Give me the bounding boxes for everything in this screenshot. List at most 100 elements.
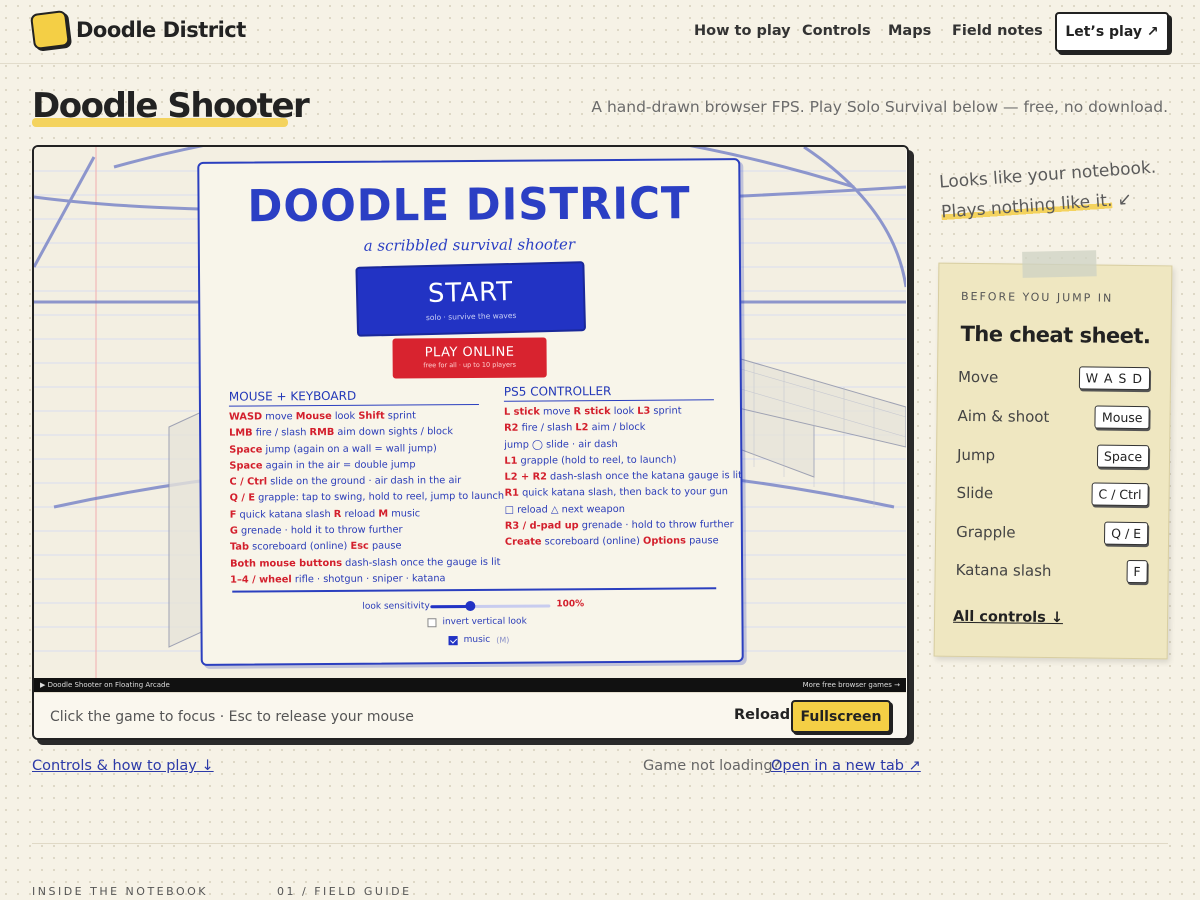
start-label: START	[427, 276, 514, 310]
cheat-row-jump: Jump Space	[956, 443, 1150, 469]
nav-how-to-play[interactable]: How to play	[694, 23, 791, 39]
sensitivity-handle[interactable]	[464, 600, 475, 612]
keyboard-binding: G	[229, 525, 238, 537]
page-subtitle: A hand-drawn browser FPS. Play Solo Surv…	[591, 98, 1168, 116]
keyboard-row: F quick katana slash R reload M music	[230, 506, 505, 524]
controller-binding: R2	[504, 422, 519, 435]
keyboard-action: jump (again on a wall = wall jump)	[262, 442, 437, 456]
controller-binding: L3	[637, 405, 651, 417]
controller-binding: R stick	[573, 406, 611, 418]
cheat-sheet-title: The cheat sheet.	[960, 321, 1151, 349]
sensitivity-label: look sensitivity	[362, 601, 430, 612]
controller-row: L stick move R stick look L3 sprint	[504, 403, 742, 421]
keyboard-binding: Space	[229, 444, 263, 456]
keyboard-binding: M	[378, 508, 389, 520]
controller-binding: L2	[575, 422, 589, 434]
controller-action: fire / slash	[518, 422, 576, 434]
keyboard-action: dash-slash once the gauge is lit	[341, 556, 501, 569]
section-divider	[32, 843, 1168, 844]
page-title: Doodle Shooter	[32, 86, 310, 126]
music-shortcut-hint: (M)	[496, 635, 510, 645]
keyboard-row: G grenade · hold it to throw further	[230, 522, 505, 540]
keyboard-action: pause	[368, 540, 402, 553]
keyboard-row: WASD move Mouse look Shift sprint	[229, 408, 504, 426]
key-cap: C / Ctrl	[1091, 482, 1149, 507]
keyboard-binding: Tab	[229, 541, 250, 554]
music-label: music	[463, 634, 491, 646]
game-not-loading-text: Game not loading?	[643, 758, 781, 774]
keyboard-action: move	[262, 411, 296, 423]
keyboard-row: Space jump (again on a wall = wall jump)	[229, 440, 504, 458]
keyboard-binding: 1–4 / wheel	[230, 574, 292, 586]
controller-binding: Options	[642, 535, 686, 548]
keyboard-binding: Space	[229, 460, 263, 472]
invert-look-label: invert vertical look	[442, 616, 527, 628]
controller-action: quick katana slash, then back to your gu…	[518, 486, 728, 500]
focus-hint: Click the game to focus · Esc to release…	[50, 709, 414, 725]
keyboard-binding: Q / E	[229, 492, 256, 505]
music-checkbox[interactable]	[448, 635, 458, 645]
cheat-sheet-kicker: BEFORE YOU JUMP IN	[960, 289, 1114, 305]
keyboard-action: fire / slash	[252, 427, 310, 439]
all-controls-link[interactable]: All controls ↓	[953, 609, 1063, 626]
start-sublabel: solo · survive the waves	[425, 310, 517, 323]
keyboard-row: LMB fire / slash RMB aim down sights / b…	[229, 424, 504, 442]
play-online-label: PLAY ONLINE	[424, 344, 515, 361]
keyboard-action: rifle · shotgun · sniper · katana	[291, 573, 446, 586]
keyboard-heading: MOUSE + KEYBOARD	[228, 387, 479, 407]
controller-row: R1 quick katana slash, then back to your…	[505, 485, 743, 503]
sensitivity-slider[interactable]	[430, 600, 551, 612]
invert-look-toggle[interactable]: invert vertical look	[427, 616, 527, 628]
controller-row: L1 grapple (hold to reel, to launch)	[504, 452, 742, 470]
nav-field-notes[interactable]: Field notes	[952, 23, 1043, 39]
logo-icon	[29, 9, 71, 51]
open-new-tab-link[interactable]: Open in a new tab ↗	[771, 758, 921, 774]
more-games-link[interactable]: More free browser games →	[803, 678, 900, 692]
controller-action: dash-slash once the katana gauge is lit	[546, 470, 743, 483]
controller-controls-list: L stick move R stick look L3 sprint R2 fi…	[504, 403, 743, 551]
lets-play-button[interactable]: Let’s play ↗	[1055, 12, 1169, 52]
keyboard-action: quick katana slash	[236, 508, 334, 521]
controls-how-to-play-link[interactable]: Controls & how to play ↓	[32, 758, 214, 774]
keyboard-action: grenade · hold it to throw further	[237, 524, 403, 537]
keyboard-action: music	[388, 508, 421, 520]
controller-action: jump ◯	[504, 439, 544, 451]
cheat-label: Jump	[956, 445, 996, 464]
keyboard-binding: C / Ctrl	[229, 476, 268, 488]
keyboard-action: aim down sights / block	[334, 426, 454, 439]
keyboard-binding: Mouse	[295, 410, 332, 423]
keyboard-binding: Both mouse buttons	[230, 557, 343, 570]
game-canvas[interactable]: DOODLE DISTRICT a scribbled survival sho…	[34, 147, 906, 692]
keyboard-row: Space again in the air = double jump	[229, 457, 504, 475]
music-toggle[interactable]: music (M)	[448, 634, 510, 646]
section-eyebrow: INSIDE THE NOTEBOOK	[32, 885, 208, 898]
reload-button[interactable]: Reload	[734, 707, 790, 723]
fullscreen-button[interactable]: Fullscreen	[791, 700, 891, 733]
brand-logo[interactable]: Doodle District	[29, 9, 246, 51]
key-cap: F	[1126, 559, 1148, 584]
key-cap: Space	[1096, 444, 1150, 469]
embed-status-bar: ▶ Doodle Shooter on Floating Arcade More…	[34, 678, 906, 692]
keyboard-action: scoreboard (online)	[248, 541, 351, 553]
play-online-sublabel: free for all · up to 10 players	[423, 360, 517, 370]
game-toolbar: Click the game to focus · Esc to release…	[34, 692, 906, 738]
controller-binding: L1	[504, 455, 518, 467]
keyboard-row: Q / E grapple: tap to swing, hold to ree…	[230, 489, 505, 507]
start-button[interactable]: START solo · survive the waves	[355, 261, 587, 337]
play-online-button[interactable]: PLAY ONLINE free for all · up to 10 play…	[392, 337, 547, 379]
controller-action: move	[539, 406, 574, 418]
nav-maps[interactable]: Maps	[888, 23, 931, 39]
controller-heading: PS5 CONTROLLER	[503, 383, 714, 402]
cheat-label: Aim & shoot	[957, 406, 1050, 426]
cheat-row-move: Move W A S D	[958, 365, 1151, 391]
keyboard-binding: Esc	[350, 541, 369, 553]
controller-row: □ reload △ next weapon	[505, 501, 743, 519]
sidebar-handwritten-note: Looks like your notebook. Plays nothing …	[938, 152, 1159, 227]
embed-source-link[interactable]: ▶ Doodle Shooter on Floating Arcade	[40, 678, 170, 692]
controller-binding: L stick	[503, 406, 540, 418]
controller-action: scoreboard (online)	[541, 536, 644, 548]
controller-binding: L2 + R2	[504, 471, 547, 483]
invert-look-checkbox[interactable]	[427, 617, 437, 627]
controller-action: pause	[685, 535, 719, 547]
nav-controls[interactable]: Controls	[802, 23, 871, 39]
